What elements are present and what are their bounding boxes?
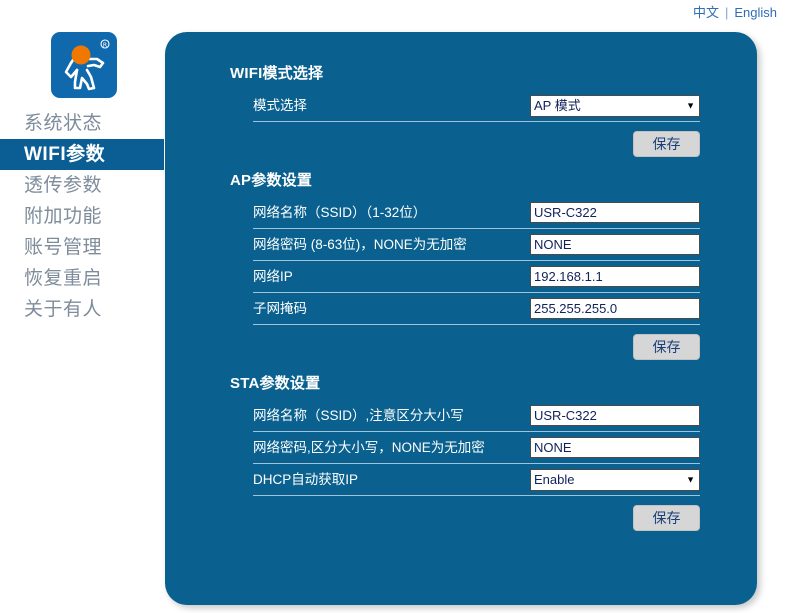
usr-logo-icon: R: [51, 32, 117, 98]
save-button-sta-params[interactable]: 保存: [633, 505, 700, 531]
section-wifi-mode: WIFI模式选择 模式选择 AP 模式STA 模式AP+STA 模式 ▼ 保存: [185, 62, 705, 157]
sta-password-input[interactable]: [530, 437, 700, 458]
sidebar-item-label: 系统状态: [24, 113, 103, 134]
sidebar-item-transparent-params[interactable]: 透传参数: [0, 170, 168, 201]
ap-ssid-input[interactable]: [530, 202, 700, 223]
row-label: 网络密码,区分大小写，NONE为无加密: [253, 439, 485, 455]
row-field: [530, 234, 700, 255]
row-field: [530, 437, 700, 458]
save-row-wifi-mode: 保存: [185, 131, 700, 157]
sidebar-item-extra-features[interactable]: 附加功能: [0, 201, 168, 232]
form-row-ap-ssid: 网络名称（SSID）（1-32位）: [253, 197, 700, 229]
svg-text:R: R: [103, 42, 107, 49]
language-link-chinese[interactable]: 中文: [693, 5, 719, 20]
form-row-sta-dhcp: DHCP自动获取IP EnableDisable ▼: [253, 464, 700, 496]
row-label: 网络IP: [253, 268, 293, 284]
section-title: WIFI模式选择: [230, 65, 324, 82]
form-row-mode-select: 模式选择 AP 模式STA 模式AP+STA 模式 ▼: [253, 90, 700, 122]
form-row-sta-ssid: 网络名称（SSID）,注意区分大小写: [253, 400, 700, 432]
save-row-sta-params: 保存: [185, 505, 700, 531]
ap-ip-input[interactable]: [530, 266, 700, 287]
section-ap-params: AP参数设置 网络名称（SSID）（1-32位） 网络密码 (8-63位)，NO…: [185, 169, 705, 360]
row-field: EnableDisable ▼: [530, 468, 700, 491]
form-row-ap-password: 网络密码 (8-63位)，NONE为无加密: [253, 229, 700, 261]
sidebar-item-account-management[interactable]: 账号管理: [0, 232, 168, 263]
row-field: [530, 298, 700, 319]
sidebar-item-label: 附加功能: [24, 206, 103, 227]
save-row-ap-params: 保存: [185, 334, 700, 360]
row-field: [530, 202, 700, 223]
settings-panel-inner: WIFI模式选择 模式选择 AP 模式STA 模式AP+STA 模式 ▼ 保存 …: [165, 32, 757, 531]
mode-select-dropdown[interactable]: AP 模式STA 模式AP+STA 模式: [530, 94, 700, 117]
save-button-wifi-mode[interactable]: 保存: [633, 131, 700, 157]
sidebar-item-label: 关于有人: [24, 299, 103, 320]
sidebar-nav: 系统状态 WIFI参数 透传参数 附加功能 账号管理 恢复重启 关于有人: [0, 108, 168, 325]
section-title: AP参数设置: [230, 172, 313, 189]
sidebar-item-system-status[interactable]: 系统状态: [0, 108, 168, 139]
sidebar-item-about[interactable]: 关于有人: [0, 294, 168, 325]
row-label: 模式选择: [253, 97, 307, 113]
sidebar-item-wifi-params[interactable]: WIFI参数: [0, 139, 164, 170]
section-sta-params: STA参数设置 网络名称（SSID）,注意区分大小写 网络密码,区分大小写，NO…: [185, 372, 705, 531]
ap-subnet-mask-input[interactable]: [530, 298, 700, 319]
sta-ssid-input[interactable]: [530, 405, 700, 426]
row-field: [530, 405, 700, 426]
logo-head-icon: [71, 45, 91, 65]
language-link-english[interactable]: English: [734, 5, 777, 20]
sidebar-item-label: 透传参数: [24, 175, 103, 196]
form-row-sta-password: 网络密码,区分大小写，NONE为无加密: [253, 432, 700, 464]
sidebar-item-restore-reboot[interactable]: 恢复重启: [0, 263, 168, 294]
row-label: 网络名称（SSID）,注意区分大小写: [253, 407, 464, 423]
logo-container: R: [0, 28, 168, 98]
language-separator: |: [724, 5, 729, 20]
row-label: DHCP自动获取IP: [253, 471, 359, 487]
row-field: [530, 266, 700, 287]
section-title: STA参数设置: [230, 375, 321, 392]
sidebar-item-label: 账号管理: [24, 237, 103, 258]
sta-dhcp-select-dropdown[interactable]: EnableDisable: [530, 468, 700, 491]
logo-figure-icon: R: [64, 39, 110, 91]
row-field: AP 模式STA 模式AP+STA 模式 ▼: [530, 94, 700, 117]
settings-panel: WIFI模式选择 模式选择 AP 模式STA 模式AP+STA 模式 ▼ 保存 …: [165, 32, 757, 605]
language-bar: 中文 | English: [693, 4, 777, 22]
sidebar-item-label: 恢复重启: [24, 268, 103, 289]
row-label: 子网掩码: [253, 300, 307, 316]
save-button-ap-params[interactable]: 保存: [633, 334, 700, 360]
form-row-ap-subnet-mask: 子网掩码: [253, 293, 700, 325]
row-label: 网络名称（SSID）（1-32位）: [253, 204, 427, 220]
form-row-ap-ip: 网络IP: [253, 261, 700, 293]
ap-password-input[interactable]: [530, 234, 700, 255]
sidebar-item-label: WIFI参数: [24, 144, 106, 165]
sidebar: R 系统状态 WIFI参数 透传参数 附加功能 账号管理 恢复重启 关于有人: [0, 28, 168, 325]
row-label: 网络密码 (8-63位)，NONE为无加密: [253, 236, 467, 252]
